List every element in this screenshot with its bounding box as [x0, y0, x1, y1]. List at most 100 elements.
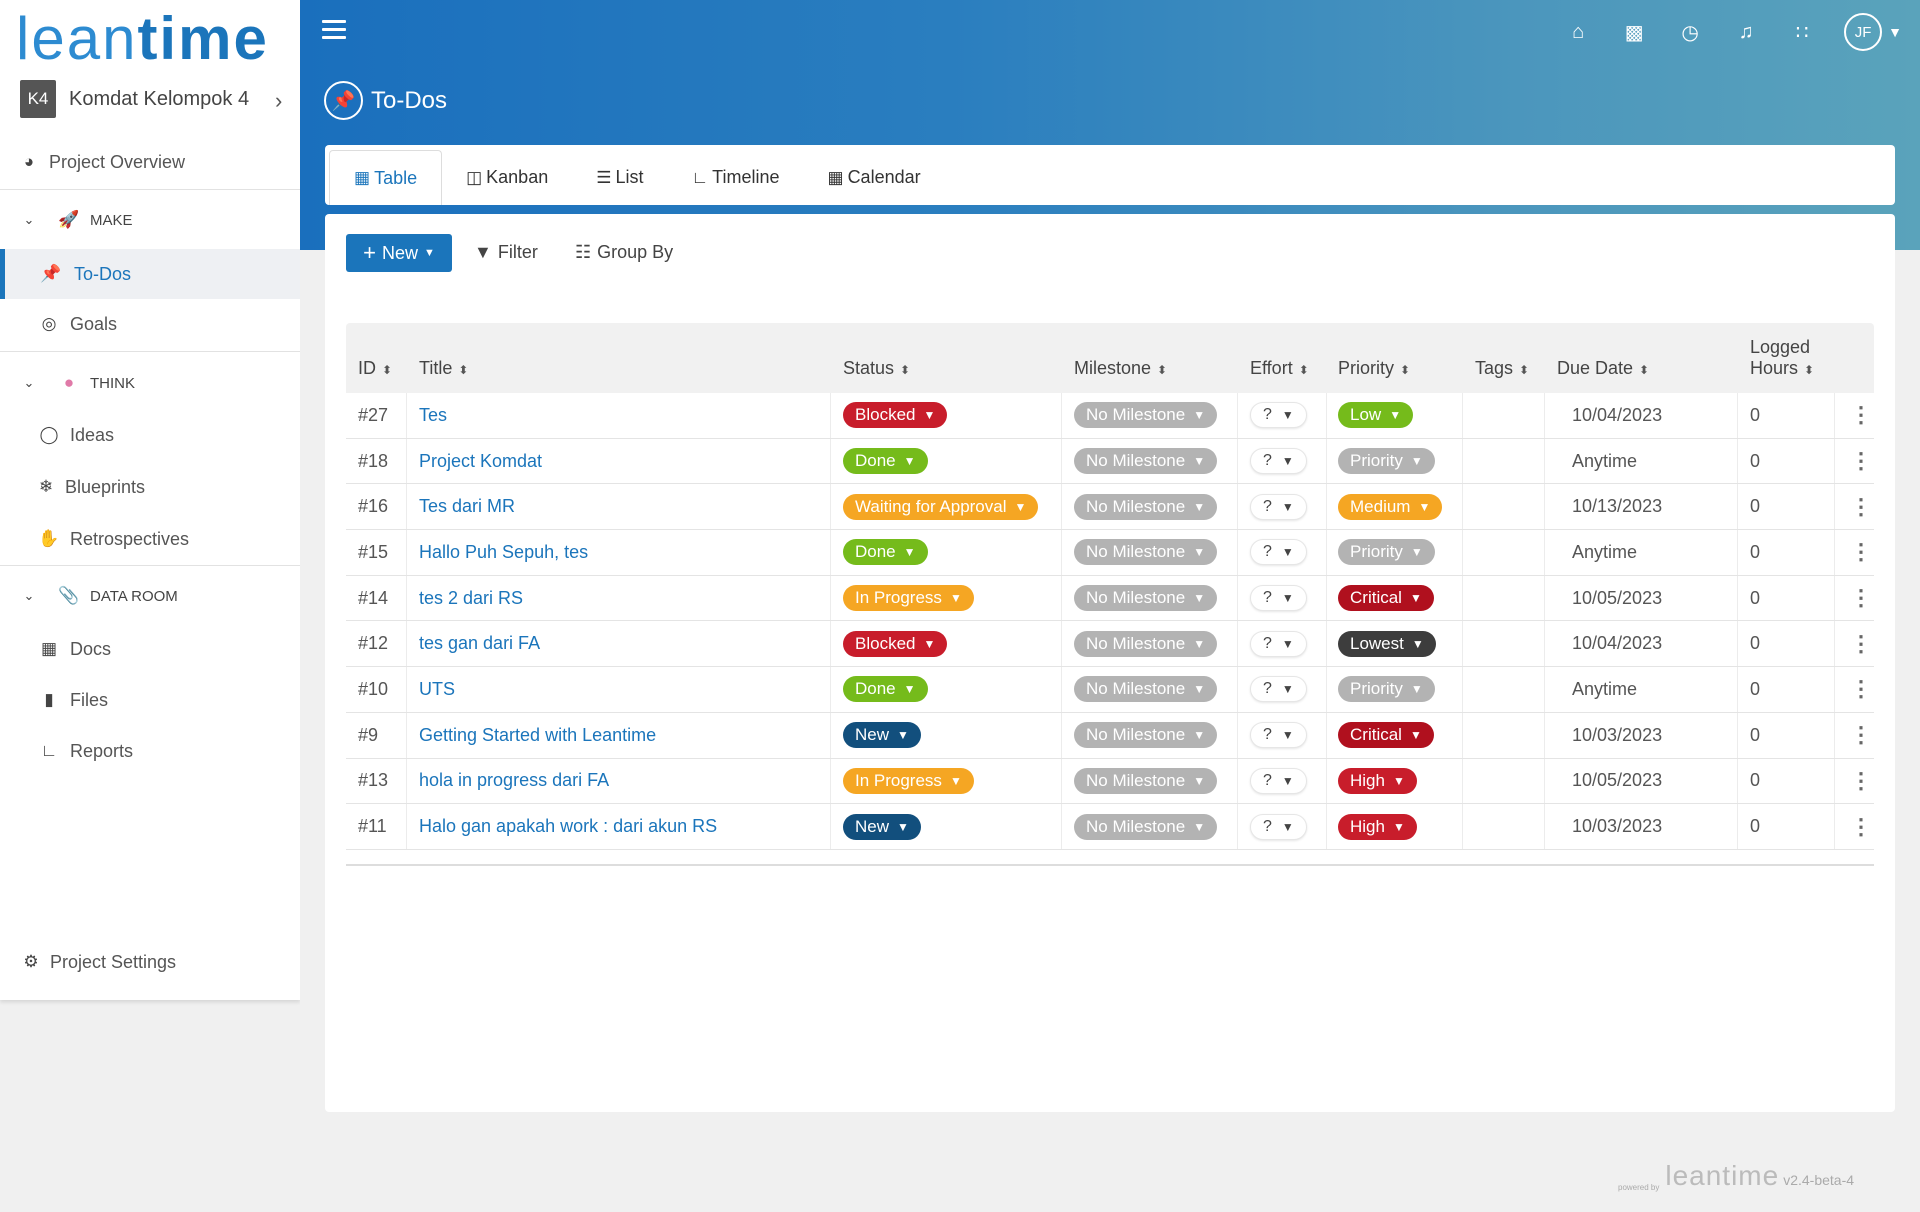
- more-options-icon[interactable]: ⋮: [1850, 530, 1872, 575]
- caret-down-icon[interactable]: ▼: [1888, 24, 1902, 40]
- milestone-dropdown[interactable]: No Milestone ▼: [1074, 676, 1218, 703]
- tab-timeline[interactable]: ∟ Timeline: [667, 150, 803, 205]
- todo-title-link[interactable]: tes 2 dari RS: [419, 576, 523, 621]
- due-date[interactable]: 10/03/2023: [1572, 804, 1662, 849]
- sidebar-item-todos[interactable]: 📌 To-Dos: [0, 249, 300, 299]
- priority-dropdown[interactable]: High ▼: [1338, 767, 1417, 794]
- menu-icon[interactable]: [322, 20, 346, 42]
- sidebar-item-project-settings[interactable]: ⚙ Project Settings: [0, 950, 300, 974]
- more-options-icon[interactable]: ⋮: [1850, 713, 1872, 758]
- milestone-dropdown[interactable]: No Milestone ▼: [1074, 493, 1218, 520]
- sidebar-item-docs[interactable]: ▦ Docs: [0, 637, 300, 661]
- todo-title-link[interactable]: hola in progress dari FA: [419, 759, 609, 804]
- milestone-dropdown[interactable]: No Milestone ▼: [1074, 402, 1218, 429]
- todo-title-link[interactable]: Getting Started with Leantime: [419, 713, 656, 758]
- table-row[interactable]: #12 tes gan dari FA Blocked ▼ No Milestone ▼?…: [346, 621, 1874, 668]
- due-date[interactable]: 10/13/2023: [1572, 484, 1662, 529]
- sidebar-item-blueprints[interactable]: ❄ Blueprints: [0, 475, 300, 499]
- priority-dropdown[interactable]: Low ▼: [1338, 402, 1414, 429]
- due-date[interactable]: 10/03/2023: [1572, 713, 1662, 758]
- column-header-milestone[interactable]: Milestone ⬍: [1074, 358, 1167, 381]
- effort-dropdown[interactable]: ? ▼: [1250, 630, 1307, 657]
- priority-dropdown[interactable]: Lowest ▼: [1338, 630, 1436, 657]
- sidebar-item-goals[interactable]: ◎ Goals: [0, 312, 300, 336]
- status-dropdown[interactable]: In Progress ▼: [843, 585, 974, 612]
- milestone-dropdown[interactable]: No Milestone ▼: [1074, 813, 1218, 840]
- table-row[interactable]: #27 Tes Blocked ▼ No Milestone ▼? ▼ Low ▼ 10/04/2…: [346, 393, 1874, 439]
- effort-dropdown[interactable]: ? ▼: [1250, 493, 1307, 520]
- status-dropdown[interactable]: Waiting for Approval ▼: [843, 493, 1039, 520]
- todo-title-link[interactable]: Tes: [419, 393, 447, 438]
- tab-calendar[interactable]: ▦ Calendar: [804, 150, 945, 205]
- column-header-logged-hours[interactable]: Logged Hours ⬍: [1750, 337, 1814, 381]
- sidebar-section-make[interactable]: ⌄ 🚀 MAKE: [0, 208, 300, 232]
- due-date[interactable]: 10/04/2023: [1572, 621, 1662, 666]
- more-options-icon[interactable]: ⋮: [1850, 393, 1872, 438]
- column-header-status[interactable]: Status ⬍: [843, 358, 910, 381]
- avatar[interactable]: JF: [1844, 13, 1883, 51]
- priority-dropdown[interactable]: Priority ▼: [1338, 539, 1435, 566]
- milestone-dropdown[interactable]: No Milestone ▼: [1074, 448, 1218, 475]
- more-options-icon[interactable]: ⋮: [1850, 759, 1872, 804]
- todo-title-link[interactable]: UTS: [419, 667, 455, 712]
- due-date[interactable]: Anytime: [1572, 667, 1637, 712]
- todo-title-link[interactable]: Hallo Puh Sepuh, tes: [419, 530, 588, 575]
- priority-dropdown[interactable]: Priority ▼: [1338, 676, 1435, 703]
- status-dropdown[interactable]: Blocked ▼: [843, 630, 948, 657]
- priority-dropdown[interactable]: Critical ▼: [1338, 722, 1434, 749]
- sidebar-section-think[interactable]: ⌄ ● THINK: [0, 371, 300, 395]
- column-header-due-date[interactable]: Due Date ⬍: [1557, 358, 1649, 381]
- priority-dropdown[interactable]: Critical ▼: [1338, 585, 1434, 612]
- effort-dropdown[interactable]: ? ▼: [1250, 813, 1307, 840]
- effort-dropdown[interactable]: ? ▼: [1250, 402, 1307, 429]
- table-row[interactable]: #15 Hallo Puh Sepuh, tes Done ▼ No Milestone…: [346, 530, 1874, 576]
- milestone-dropdown[interactable]: No Milestone ▼: [1074, 630, 1218, 657]
- filter-button[interactable]: ▼ Filter: [474, 242, 538, 263]
- more-options-icon[interactable]: ⋮: [1850, 804, 1872, 849]
- table-row[interactable]: #10 UTS Done ▼ No Milestone ▼? ▼ Priority ▼ Anyti…: [346, 667, 1874, 713]
- clock-icon[interactable]: ◷: [1662, 12, 1718, 52]
- status-dropdown[interactable]: Done ▼: [843, 539, 928, 566]
- more-options-icon[interactable]: ⋮: [1850, 484, 1872, 529]
- status-dropdown[interactable]: Done ▼: [843, 676, 928, 703]
- effort-dropdown[interactable]: ? ▼: [1250, 676, 1307, 703]
- todo-title-link[interactable]: Project Komdat: [419, 439, 542, 484]
- more-options-icon[interactable]: ⋮: [1850, 621, 1872, 666]
- status-dropdown[interactable]: New ▼: [843, 722, 921, 749]
- due-date[interactable]: 10/04/2023: [1572, 393, 1662, 438]
- new-button[interactable]: + New ▼: [346, 234, 452, 272]
- bell-icon[interactable]: ♫: [1718, 12, 1774, 52]
- priority-dropdown[interactable]: Priority ▼: [1338, 448, 1435, 475]
- table-row[interactable]: #18 Project Komdat Done ▼ No Milestone ▼? ▼ Pri…: [346, 438, 1874, 485]
- priority-dropdown[interactable]: Medium ▼: [1338, 493, 1443, 520]
- apps-grid-icon[interactable]: ∷: [1774, 12, 1830, 52]
- effort-dropdown[interactable]: ? ▼: [1250, 448, 1307, 475]
- table-row[interactable]: #11 Halo gan apakah work : dari akun RS Ne…: [346, 804, 1874, 850]
- column-header-tags[interactable]: Tags ⬍: [1475, 358, 1529, 381]
- more-options-icon[interactable]: ⋮: [1850, 667, 1872, 712]
- effort-dropdown[interactable]: ? ▼: [1250, 539, 1307, 566]
- tab-table[interactable]: ▦ Table: [329, 150, 443, 205]
- status-dropdown[interactable]: In Progress ▼: [843, 767, 974, 794]
- table-row[interactable]: #13 hola in progress dari FA In Progress ▼ N…: [346, 758, 1874, 805]
- more-options-icon[interactable]: ⋮: [1850, 576, 1872, 621]
- sidebar-item-reports[interactable]: ∟ Reports: [0, 739, 300, 763]
- more-options-icon[interactable]: ⋮: [1850, 439, 1872, 484]
- column-header-effort[interactable]: Effort ⬍: [1250, 358, 1309, 381]
- effort-dropdown[interactable]: ? ▼: [1250, 722, 1307, 749]
- status-dropdown[interactable]: New ▼: [843, 813, 921, 840]
- due-date[interactable]: 10/05/2023: [1572, 759, 1662, 804]
- sidebar-section-dataroom[interactable]: ⌄ 📎 DATA ROOM: [0, 584, 300, 608]
- due-date[interactable]: Anytime: [1572, 439, 1637, 484]
- table-row[interactable]: #9 Getting Started with Leantime New ▼ No Mi…: [346, 712, 1874, 759]
- status-dropdown[interactable]: Blocked ▼: [843, 402, 948, 429]
- project-selector[interactable]: K4 Komdat Kelompok 4 ›: [20, 80, 300, 120]
- leantime-logo[interactable]: leantime: [16, 4, 269, 73]
- tab-kanban[interactable]: ◫ Kanban: [442, 150, 572, 205]
- tab-list[interactable]: ☰ List: [572, 150, 667, 205]
- group-by-button[interactable]: ☷ Group By: [575, 242, 673, 263]
- column-header-title[interactable]: Title ⬍: [419, 358, 468, 381]
- briefcase-icon[interactable]: ▩: [1606, 12, 1662, 52]
- todo-title-link[interactable]: Tes dari MR: [419, 484, 515, 529]
- due-date[interactable]: 10/05/2023: [1572, 576, 1662, 621]
